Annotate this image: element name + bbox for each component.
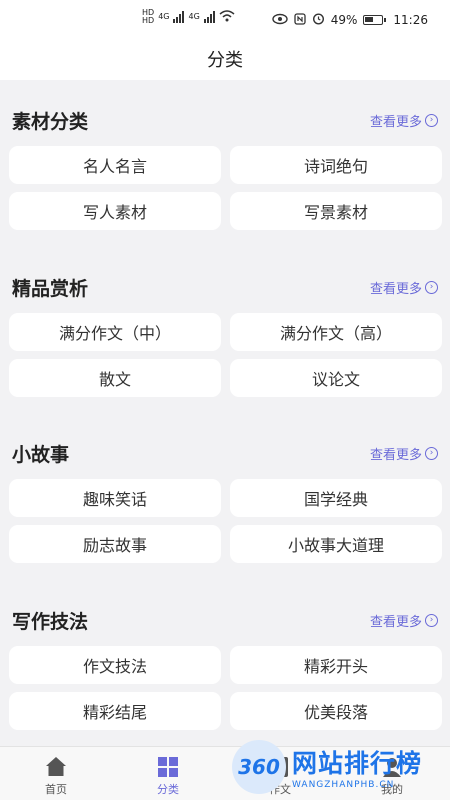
tab-category[interactable]: 分类 [112, 747, 224, 800]
chevron-right-icon: › [425, 447, 438, 460]
view-more-link[interactable]: 查看更多 › [370, 278, 438, 297]
section-title: 小故事 [12, 444, 70, 466]
tab-essay[interactable]: 作文 [224, 747, 336, 800]
view-more-link[interactable]: 查看更多 › [370, 611, 438, 630]
category-button[interactable]: 诗词绝句 [230, 146, 442, 184]
hd-icon: HD HD [142, 8, 155, 25]
signal-icon [173, 11, 185, 23]
category-button[interactable]: 写景素材 [230, 192, 442, 230]
category-button[interactable]: 满分作文（高） [230, 313, 442, 351]
category-list[interactable]: 素材分类 查看更多 › 名人名言 诗词绝句 写人素材 写景素材 精品赏析 查看更… [0, 82, 450, 744]
chevron-right-icon: › [425, 614, 438, 627]
category-button[interactable]: 作文技法 [9, 646, 221, 684]
category-button[interactable]: 精彩开头 [230, 646, 442, 684]
category-button[interactable]: 散文 [9, 359, 221, 397]
section-title: 素材分类 [12, 111, 89, 133]
tab-label: 我的 [381, 783, 403, 796]
chevron-right-icon: › [425, 114, 438, 127]
section-title: 写作技法 [12, 611, 89, 633]
view-more-link[interactable]: 查看更多 › [370, 111, 438, 130]
view-more-label: 查看更多 [369, 615, 422, 630]
status-bar: HD HD 4G 4G 49% 11:26 [0, 0, 450, 40]
view-more-label: 查看更多 [369, 115, 422, 130]
clock: 11:26 [393, 13, 428, 27]
view-more-link[interactable]: 查看更多 › [370, 444, 438, 463]
category-button[interactable]: 议论文 [230, 359, 442, 397]
category-button[interactable]: 精彩结尾 [9, 692, 221, 730]
grid-icon [158, 757, 178, 777]
category-button[interactable]: 励志故事 [9, 525, 221, 563]
signal-icon-2 [203, 11, 215, 23]
eye-icon [272, 13, 288, 28]
view-more-label: 查看更多 [369, 448, 422, 463]
home-icon [46, 757, 66, 776]
category-button[interactable]: 小故事大道理 [230, 525, 442, 563]
category-button[interactable]: 趣味笑话 [9, 479, 221, 517]
tab-home[interactable]: 首页 [0, 747, 112, 800]
category-button[interactable]: 满分作文（中） [9, 313, 221, 351]
page-title: 分类 [207, 50, 243, 71]
battery-percent: 49% [330, 13, 358, 27]
category-button[interactable]: 优美段落 [230, 692, 442, 730]
network-type-2: 4G [188, 12, 200, 21]
alarm-icon [312, 12, 325, 28]
tab-mine[interactable]: 我的 [336, 747, 448, 800]
app-header: 分类 [0, 40, 450, 80]
user-icon [383, 758, 401, 777]
category-button[interactable]: 名人名言 [9, 146, 221, 184]
battery-icon [363, 15, 387, 25]
tab-label: 首页 [45, 783, 67, 796]
tab-label: 作文 [269, 783, 291, 796]
tab-label: 分类 [157, 783, 179, 796]
nfc-icon [294, 12, 306, 28]
category-button[interactable]: 国学经典 [230, 479, 442, 517]
view-more-label: 查看更多 [369, 282, 422, 297]
network-type-1: 4G [158, 12, 170, 21]
section-title: 精品赏析 [12, 278, 89, 300]
network-indicators: HD HD 4G 4G [142, 9, 235, 25]
status-right: 49% 11:26 [272, 12, 428, 28]
chevron-right-icon: › [425, 281, 438, 294]
wifi-icon [219, 9, 235, 25]
document-icon [272, 757, 288, 777]
category-button[interactable]: 写人素材 [9, 192, 221, 230]
bottom-tab-bar: 首页 分类 作文 我的 [0, 746, 450, 800]
